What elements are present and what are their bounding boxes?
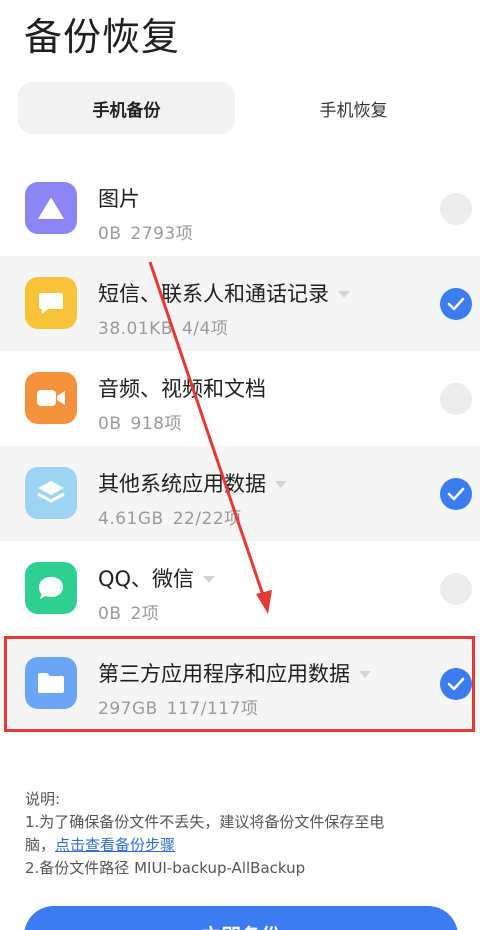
check-icon bbox=[447, 487, 465, 501]
tab-bar: 手机备份 手机恢复 bbox=[18, 82, 462, 134]
item-size: 0B bbox=[98, 224, 122, 244]
layers-icon bbox=[25, 467, 77, 519]
item-name: 短信、联系人和通话记录 bbox=[98, 282, 329, 306]
notes-line-3: 2.备份文件路径 MIUI-backup-AllBackup bbox=[25, 859, 306, 877]
image-icon bbox=[25, 182, 77, 234]
chat-icon bbox=[25, 562, 77, 614]
list-item-qq-wechat[interactable]: QQ、微信 0B 2项 bbox=[0, 541, 480, 636]
item-size: 0B bbox=[98, 604, 122, 624]
notes-section: 说明: 1.为了确保备份文件不丢失，建议将备份文件保存至电 脑，点击查看备份步骤… bbox=[25, 788, 384, 880]
notes-heading: 说明: bbox=[25, 790, 61, 808]
backup-now-button[interactable]: 立即备份 bbox=[24, 906, 458, 930]
list-item-audio-video-docs[interactable]: 音频、视频和文档 0B 918项 bbox=[0, 351, 480, 446]
item-size: 0B bbox=[98, 414, 122, 434]
item-size: 4.61GB bbox=[98, 509, 164, 529]
annotation-highlight-box bbox=[4, 636, 475, 732]
item-count: 4/4项 bbox=[181, 319, 229, 339]
item-name: 其他系统应用数据 bbox=[98, 472, 266, 496]
tab-phone-backup[interactable]: 手机备份 bbox=[18, 82, 235, 134]
notes-line-2: 脑，点击查看备份步骤 bbox=[25, 836, 176, 854]
item-count: 22/22项 bbox=[172, 509, 242, 529]
item-name: 图片 bbox=[98, 187, 140, 211]
list-item-messages-contacts[interactable]: 短信、联系人和通话记录 38.01KB 4/4项 bbox=[0, 256, 480, 351]
message-icon bbox=[25, 277, 77, 329]
select-checkbox[interactable] bbox=[440, 193, 472, 225]
video-icon bbox=[25, 372, 77, 424]
select-checkbox[interactable] bbox=[440, 288, 472, 320]
item-name: QQ、微信 bbox=[98, 567, 195, 591]
select-checkbox[interactable] bbox=[440, 573, 472, 605]
item-count: 2项 bbox=[130, 604, 160, 624]
item-count: 918项 bbox=[130, 414, 182, 434]
chevron-down-icon[interactable] bbox=[338, 290, 350, 298]
list-item-system-app-data[interactable]: 其他系统应用数据 4.61GB 22/22项 bbox=[0, 446, 480, 541]
backup-restore-page: 备份恢复 手机备份 手机恢复 图片 0B 2793项 短信、联系人和通话记录 38… bbox=[0, 0, 480, 930]
check-icon bbox=[447, 297, 465, 311]
tab-phone-restore[interactable]: 手机恢复 bbox=[245, 82, 462, 134]
chevron-down-icon[interactable] bbox=[275, 480, 287, 488]
list-item-pictures[interactable]: 图片 0B 2793项 bbox=[0, 161, 480, 256]
view-backup-steps-link[interactable]: 点击查看备份步骤 bbox=[55, 836, 175, 854]
notes-line-1: 1.为了确保备份文件不丢失，建议将备份文件保存至电 bbox=[25, 813, 385, 831]
item-name: 音频、视频和文档 bbox=[98, 377, 266, 401]
item-count: 2793项 bbox=[130, 224, 194, 244]
item-size: 38.01KB bbox=[98, 319, 173, 339]
select-checkbox[interactable] bbox=[440, 383, 472, 415]
select-checkbox[interactable] bbox=[440, 478, 472, 510]
chevron-down-icon[interactable] bbox=[203, 575, 216, 583]
page-title: 备份恢复 bbox=[24, 15, 181, 59]
